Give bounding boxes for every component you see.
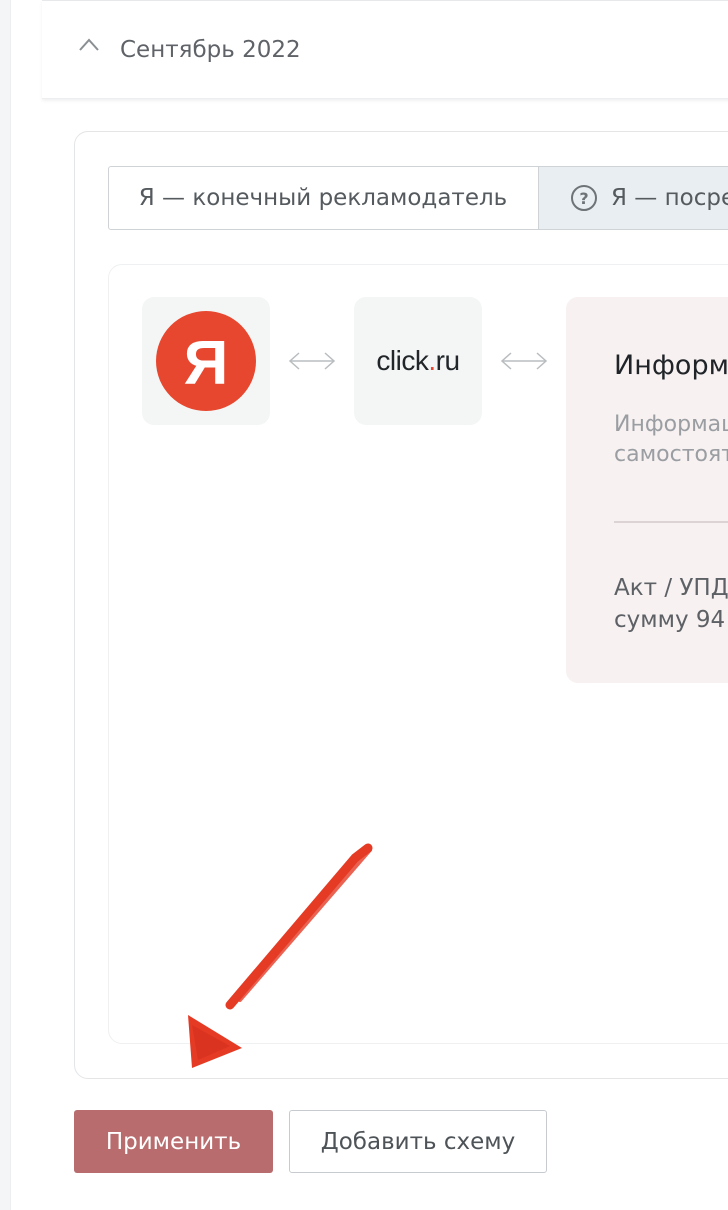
info-card-title: Информа [614, 350, 728, 381]
yandex-logo-glyph: Я [184, 329, 229, 398]
click-logo-main: click [376, 345, 429, 376]
click-logo-dot: . [428, 345, 436, 376]
click-logo: click. ru [354, 297, 482, 425]
left-sidebar-strip [0, 0, 11, 1210]
info-card-divider [614, 521, 728, 523]
info-card-act: Акт / УПД сумму 94 [614, 572, 728, 636]
yandex-logo-tile: Я [142, 297, 270, 425]
svg-text:Я: Я [184, 329, 229, 398]
help-icon[interactable]: ? [571, 185, 597, 211]
bidirectional-arrow-icon [288, 352, 336, 370]
role-option-advertiser-label: Я — конечный рекламодатель [138, 185, 508, 211]
role-switch: Я — конечный рекламодатель ? Я — посре [108, 166, 728, 230]
click-logo-tile: click. ru [354, 297, 482, 425]
info-card-description: Информац самостоят [614, 410, 728, 470]
role-option-intermediary-label: Я — посре [611, 185, 728, 211]
bidirectional-arrow-icon [500, 352, 548, 370]
info-card-act-line: Акт / УПД [614, 575, 728, 601]
yandex-logo: Я [156, 311, 256, 411]
chevron-up-icon[interactable] [78, 36, 100, 52]
red-annotation-arrow-icon [188, 843, 373, 1068]
month-label[interactable]: Сентябрь 2022 [120, 34, 301, 66]
info-card-description-line: самостоят [614, 442, 728, 467]
add-scheme-button[interactable]: Добавить схему [289, 1110, 547, 1173]
info-card-description-line: Информац [614, 412, 728, 437]
info-card-act-line: сумму 94 [614, 607, 726, 633]
role-option-intermediary[interactable]: ? Я — посре [538, 167, 728, 229]
click-logo-tail: ru [435, 345, 460, 376]
role-option-advertiser[interactable]: Я — конечный рекламодатель [109, 167, 537, 229]
apply-button[interactable]: Применить [74, 1110, 273, 1173]
page: Сентябрь 2022 Я — конечный рекламодатель… [0, 0, 728, 1210]
